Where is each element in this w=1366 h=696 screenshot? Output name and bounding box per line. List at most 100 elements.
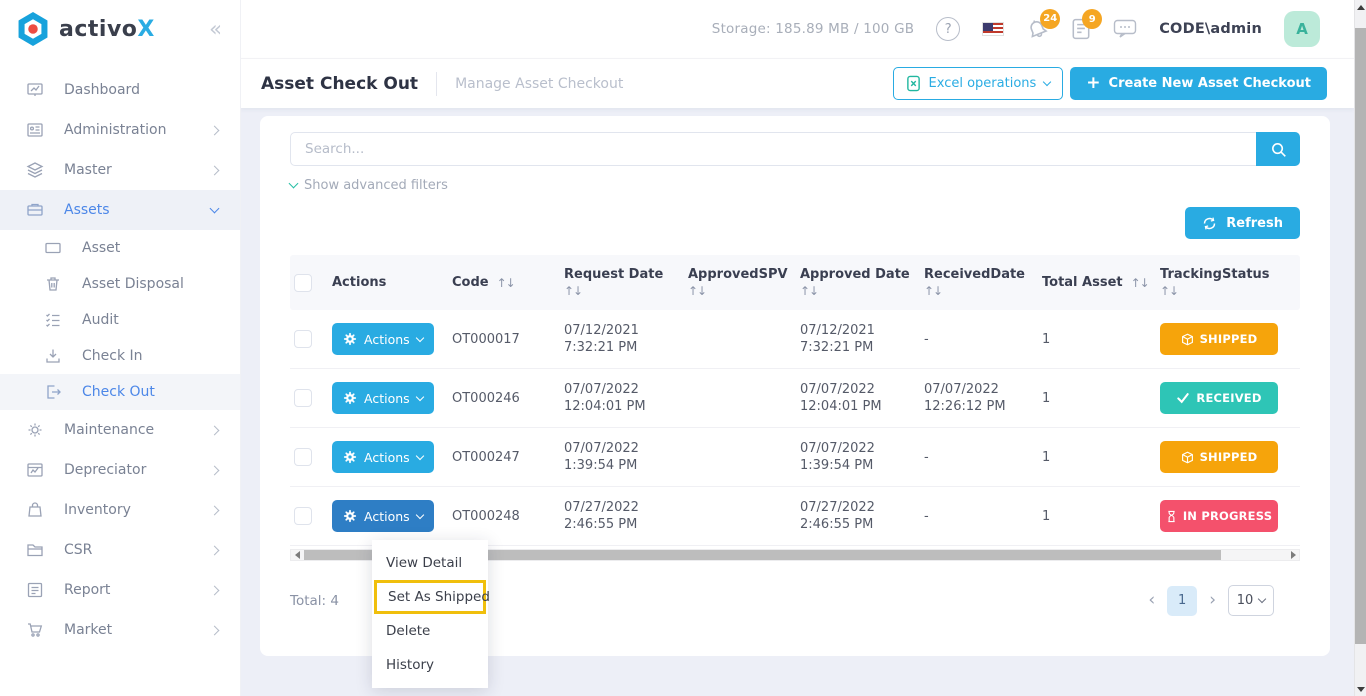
sidebar-item-dashboard[interactable]: Dashboard bbox=[0, 70, 240, 110]
sidebar-item-market[interactable]: Market bbox=[0, 610, 240, 650]
column-approved-spv[interactable]: ApprovedSPV↑↓ bbox=[684, 267, 796, 298]
assets-icon bbox=[26, 201, 44, 219]
code-cell: OT000247 bbox=[448, 450, 560, 465]
sidebar-nav: Dashboard Administration Master Assets A… bbox=[0, 58, 240, 650]
sidebar-item-maintenance[interactable]: Maintenance bbox=[0, 410, 240, 450]
sort-icon: ↑↓ bbox=[497, 276, 515, 290]
row-checkbox[interactable] bbox=[294, 507, 312, 525]
sidebar-item-audit[interactable]: Audit bbox=[0, 302, 240, 338]
user-menu[interactable]: CODE\admin bbox=[1159, 21, 1262, 37]
column-total-asset[interactable]: Total Asset↑↓ bbox=[1038, 275, 1156, 290]
sidebar-item-asset[interactable]: Asset bbox=[0, 230, 240, 266]
sidebar-item-label: Check In bbox=[82, 348, 143, 364]
app-window: activoX « Dashboard Administration Maste… bbox=[0, 0, 1366, 696]
asset-icon bbox=[44, 239, 62, 257]
context-menu-item[interactable]: Set As Shipped bbox=[374, 580, 486, 614]
sidebar-item-depreciator[interactable]: Depreciator bbox=[0, 450, 240, 490]
sidebar-item-assets[interactable]: Assets bbox=[0, 190, 240, 230]
create-new-asset-checkout-button[interactable]: + Create New Asset Checkout bbox=[1070, 67, 1327, 100]
approved-date-cell: 07/12/20217:32:21 PM bbox=[796, 322, 920, 356]
page-title: Asset Check Out bbox=[261, 74, 418, 94]
row-checkbox[interactable] bbox=[294, 448, 312, 466]
messages-button[interactable]: 9 bbox=[1071, 18, 1091, 40]
chat-button[interactable] bbox=[1113, 19, 1137, 39]
row-actions-button[interactable]: Actions bbox=[332, 323, 434, 355]
column-tracking-status[interactable]: TrackingStatus↑↓ bbox=[1156, 267, 1300, 298]
sidebar-item-master[interactable]: Master bbox=[0, 150, 240, 190]
select-all-checkbox[interactable] bbox=[294, 274, 312, 292]
sidebar-item-check-out[interactable]: Check Out bbox=[0, 374, 240, 410]
help-icon[interactable]: ? bbox=[936, 17, 960, 41]
scroll-down-arrow[interactable] bbox=[1355, 682, 1366, 696]
sidebar-item-administration[interactable]: Administration bbox=[0, 110, 240, 150]
sidebar-item-label: CSR bbox=[64, 542, 92, 558]
column-code[interactable]: Code↑↓ bbox=[448, 275, 560, 290]
sidebar-item-label: Maintenance bbox=[64, 422, 154, 438]
chevron-icon bbox=[210, 425, 220, 435]
search-button[interactable] bbox=[1256, 132, 1300, 166]
tracking-status-cell: IN PROGRESS bbox=[1156, 500, 1300, 532]
search-input[interactable] bbox=[290, 132, 1300, 166]
excel-operations-button[interactable]: Excel operations bbox=[893, 67, 1064, 100]
total-count-label: Total: 4 bbox=[290, 593, 339, 609]
column-received-date[interactable]: ReceivedDate↑↓ bbox=[920, 267, 1038, 298]
sidebar-collapse-icon[interactable]: « bbox=[209, 19, 222, 40]
plus-icon: + bbox=[1086, 75, 1100, 92]
cart-icon bbox=[26, 621, 44, 639]
context-menu-item[interactable]: Delete bbox=[372, 614, 488, 648]
avatar[interactable]: A bbox=[1284, 11, 1320, 47]
show-advanced-filters-toggle[interactable]: Show advanced filters bbox=[290, 178, 448, 193]
row-actions-button[interactable]: Actions bbox=[332, 382, 434, 414]
tracking-status-cell: SHIPPED bbox=[1156, 441, 1300, 473]
approved-date-cell: 07/07/202212:04:01 PM bbox=[796, 381, 920, 415]
vertical-scroll-thumb[interactable] bbox=[1355, 28, 1366, 644]
hourglass-icon bbox=[1166, 510, 1177, 523]
refresh-icon bbox=[1202, 216, 1217, 231]
row-actions-button[interactable]: Actions bbox=[332, 441, 434, 473]
row-actions-button[interactable]: Actions bbox=[332, 500, 434, 532]
row-checkbox[interactable] bbox=[294, 389, 312, 407]
actions-context-menu: View Detail Set As Shipped Delete Histor… bbox=[372, 540, 488, 688]
next-page-button[interactable]: › bbox=[1209, 592, 1216, 609]
check-out-icon bbox=[44, 383, 62, 401]
scroll-right-arrow[interactable] bbox=[1287, 550, 1299, 560]
received-date-cell: - bbox=[920, 449, 1038, 466]
bag-icon bbox=[26, 501, 44, 519]
sidebar-item-csr[interactable]: CSR bbox=[0, 530, 240, 570]
previous-page-button[interactable]: ‹ bbox=[1148, 592, 1155, 609]
page-size-select[interactable]: 10 bbox=[1228, 585, 1274, 616]
sidebar-item-report[interactable]: Report bbox=[0, 570, 240, 610]
sidebar-item-label: Asset bbox=[82, 240, 120, 256]
administration-icon bbox=[26, 121, 44, 139]
sidebar-item-inventory[interactable]: Inventory bbox=[0, 490, 240, 530]
language-flag-icon[interactable] bbox=[982, 22, 1004, 36]
page-number-button[interactable]: 1 bbox=[1167, 586, 1197, 616]
notifications-button[interactable]: 24 bbox=[1026, 18, 1049, 41]
folder-icon bbox=[26, 541, 44, 559]
chevron-down-icon bbox=[289, 179, 299, 189]
table-row: Actions OT000017 07/12/20217:32:21 PM 07… bbox=[290, 310, 1300, 369]
context-menu-item[interactable]: View Detail bbox=[372, 546, 488, 580]
chevron-icon bbox=[210, 625, 220, 635]
sidebar-item-label: Dashboard bbox=[64, 82, 140, 98]
notification-count-badge: 24 bbox=[1040, 9, 1060, 29]
scroll-left-arrow[interactable] bbox=[291, 550, 303, 560]
row-checkbox[interactable] bbox=[294, 330, 312, 348]
refresh-button[interactable]: Refresh bbox=[1185, 207, 1300, 239]
column-request-date[interactable]: Request Date↑↓ bbox=[560, 267, 684, 298]
column-approved-date[interactable]: Approved Date↑↓ bbox=[796, 267, 920, 298]
context-menu-item[interactable]: History bbox=[372, 648, 488, 682]
sidebar-item-label: Asset Disposal bbox=[82, 276, 184, 292]
sidebar-item-label: Report bbox=[64, 582, 110, 598]
vertical-scrollbar[interactable] bbox=[1354, 0, 1366, 696]
sidebar-item-label: Check Out bbox=[82, 384, 155, 400]
package-icon bbox=[1181, 333, 1194, 346]
received-date-cell: - bbox=[920, 331, 1038, 348]
scroll-up-arrow[interactable] bbox=[1355, 0, 1366, 14]
chat-bubble-icon bbox=[1113, 19, 1137, 39]
chevron-icon bbox=[210, 125, 220, 135]
sidebar-item-asset-disposal[interactable]: Asset Disposal bbox=[0, 266, 240, 302]
sidebar-item-check-in[interactable]: Check In bbox=[0, 338, 240, 374]
column-actions: Actions bbox=[328, 275, 448, 290]
table-row: Actions OT000246 07/07/202212:04:01 PM 0… bbox=[290, 369, 1300, 428]
